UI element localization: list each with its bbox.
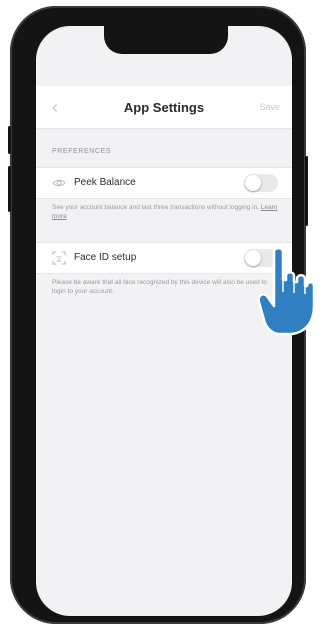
setting-row-peek-balance[interactable]: Peek Balance	[36, 167, 292, 199]
description-text: Please be aware that all face recognized…	[52, 279, 267, 295]
setting-description: Please be aware that all face recognized…	[52, 278, 282, 296]
notch	[104, 26, 228, 54]
eye-icon	[52, 179, 66, 187]
setting-description: See your account balance and last three …	[52, 203, 282, 221]
page-title: App Settings	[123, 100, 205, 115]
navigation-bar: ‹ App Settings Save	[36, 86, 292, 129]
side-button	[8, 126, 11, 154]
side-button	[305, 156, 308, 226]
side-button	[8, 166, 11, 212]
pointing-hand-icon	[258, 247, 316, 336]
description-text: See your account balance and last three …	[52, 204, 260, 211]
setting-label: Face ID setup	[74, 252, 137, 263]
setting-label: Peek Balance	[74, 177, 136, 188]
setting-row-face-id[interactable]: Face ID setup	[36, 242, 292, 274]
face-id-icon	[52, 251, 66, 265]
app-screen: ‹ App Settings Save PREFERENCES Peek Bal…	[36, 26, 292, 616]
toggle-knob	[245, 175, 261, 191]
peek-balance-toggle[interactable]	[244, 174, 278, 192]
save-button[interactable]: Save	[259, 102, 280, 112]
section-header-preferences: PREFERENCES	[52, 148, 112, 155]
